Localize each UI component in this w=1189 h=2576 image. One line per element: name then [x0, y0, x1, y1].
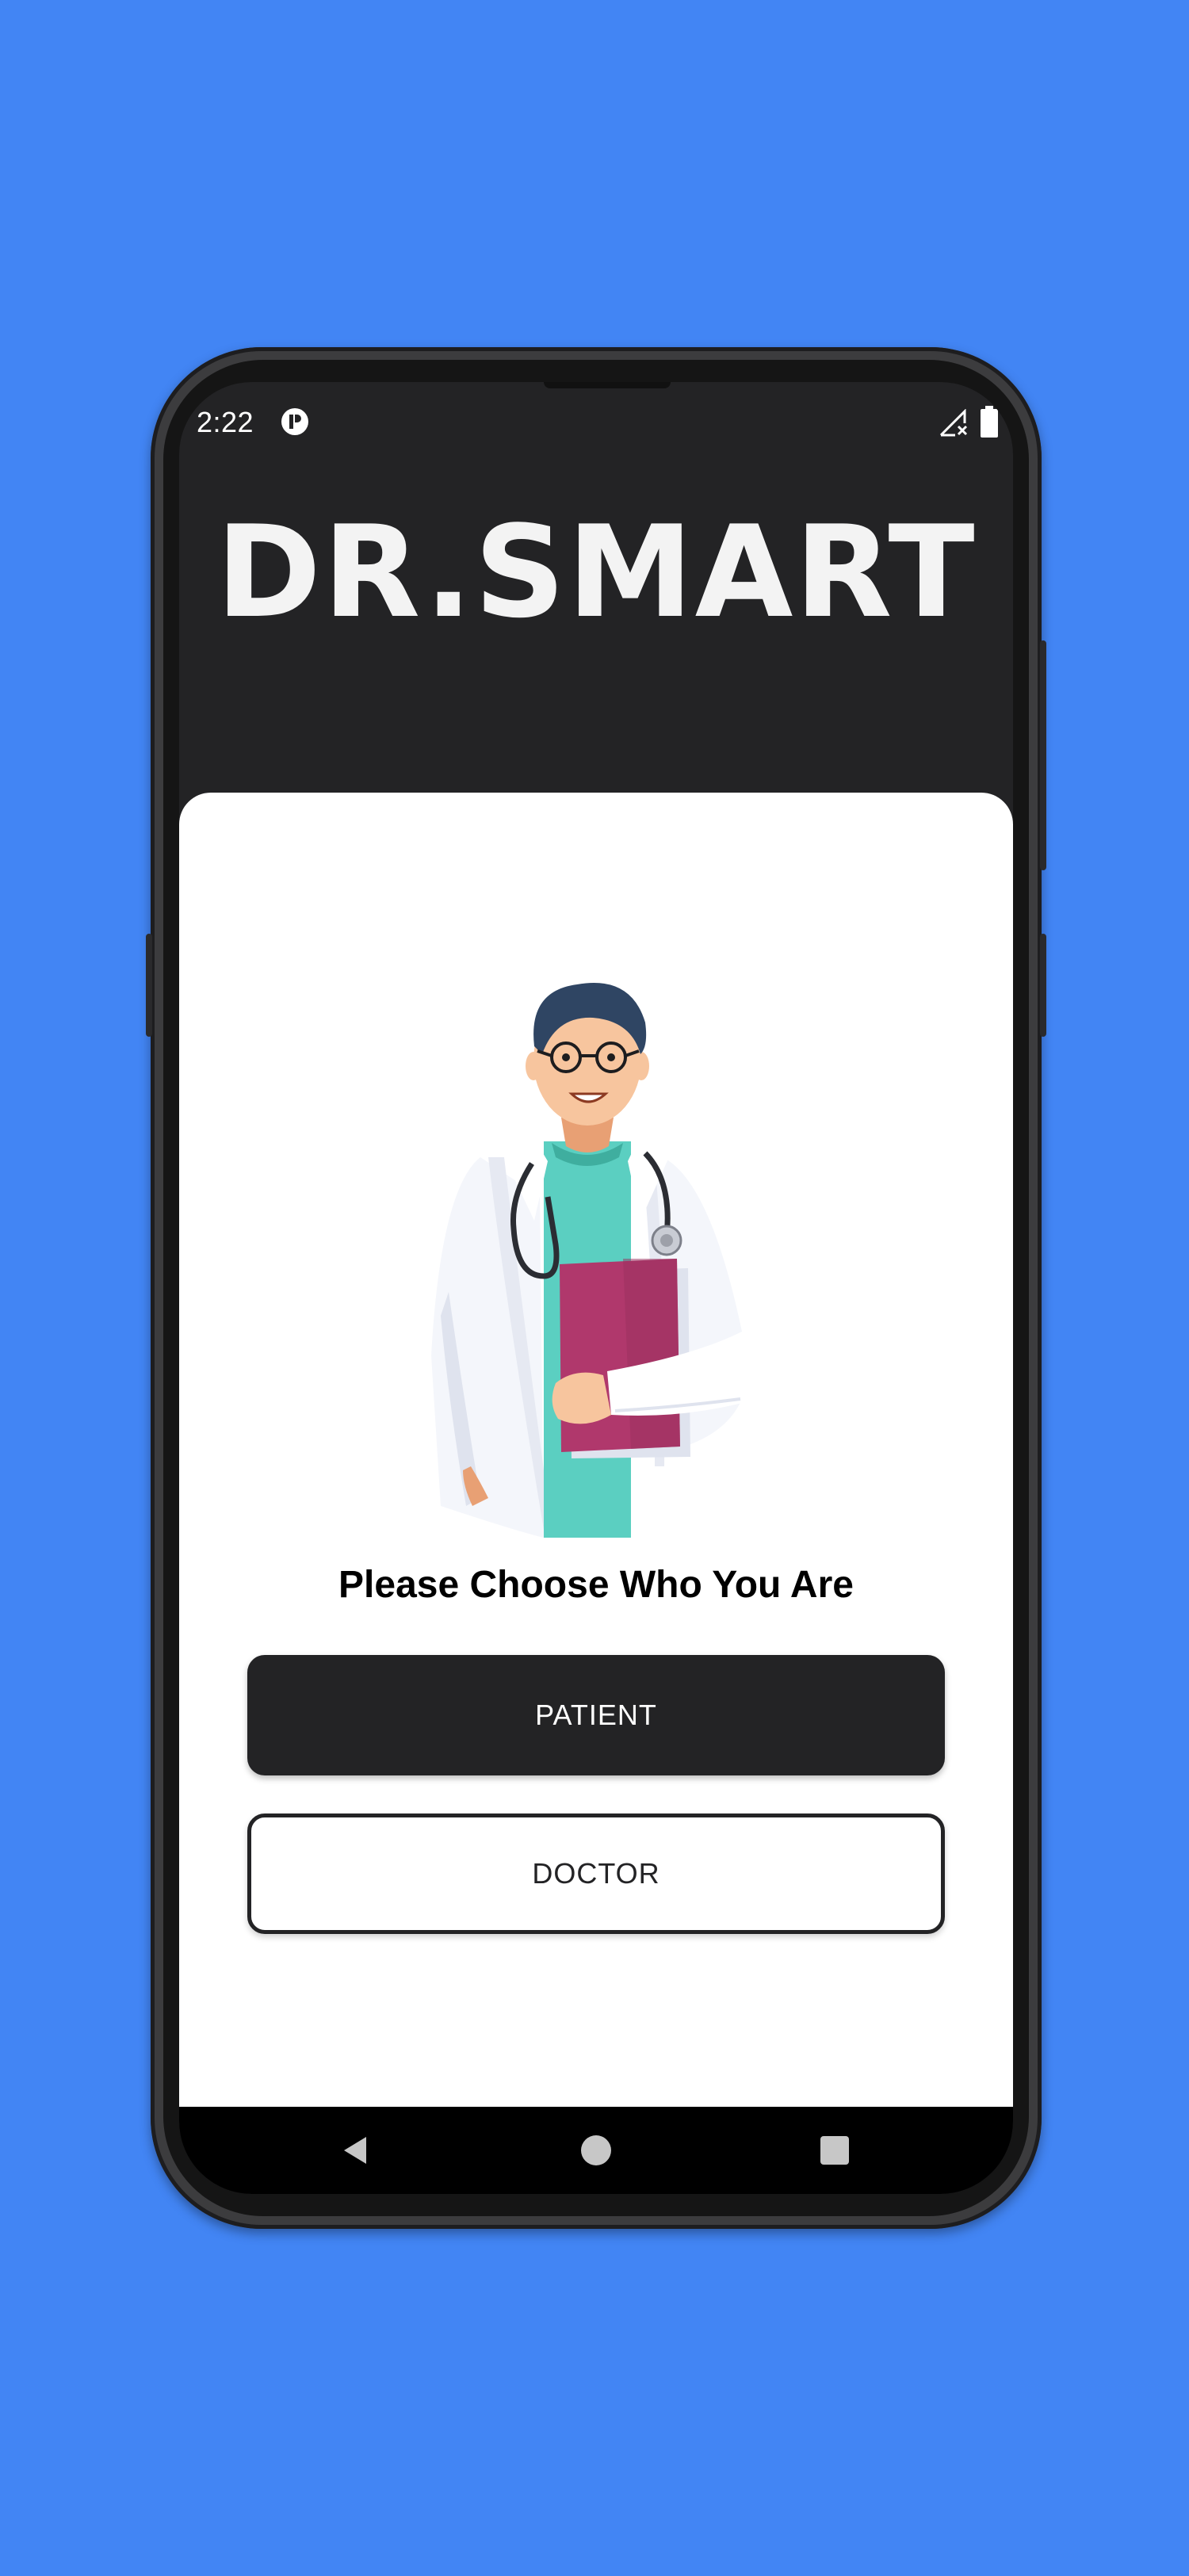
recents-icon[interactable]	[815, 2131, 854, 2170]
patient-button-label: PATIENT	[535, 1699, 657, 1731]
doctor-button-label: DOCTOR	[532, 1857, 660, 1890]
patient-button[interactable]: PATIENT	[247, 1655, 945, 1775]
role-selection-card: Please Choose Who You Are PATIENT DOCTOR	[179, 793, 1013, 2107]
side-button	[1040, 934, 1046, 1037]
power-button	[1040, 640, 1046, 870]
navigation-bar	[179, 2107, 1013, 2194]
app-logo: DR.SMART	[216, 498, 977, 646]
no-signal-icon	[939, 409, 968, 437]
doctor-button[interactable]: DOCTOR	[247, 1814, 945, 1934]
home-icon[interactable]	[576, 2131, 616, 2170]
battery-icon	[981, 406, 998, 438]
status-bar: 2:22	[179, 382, 1013, 445]
phone-screen: 2:22 DR.SMART Please Choose Who You Are …	[179, 382, 1013, 2194]
back-icon[interactable]	[336, 2131, 376, 2170]
doctor-illustration	[431, 983, 754, 1538]
app-notification-icon	[281, 408, 308, 435]
phone-frame: 2:22 DR.SMART Please Choose Who You Are …	[146, 347, 1046, 2229]
status-time: 2:22	[197, 406, 254, 438]
role-prompt-title: Please Choose Who You Are	[338, 1564, 854, 1606]
volume-button	[146, 934, 152, 1037]
